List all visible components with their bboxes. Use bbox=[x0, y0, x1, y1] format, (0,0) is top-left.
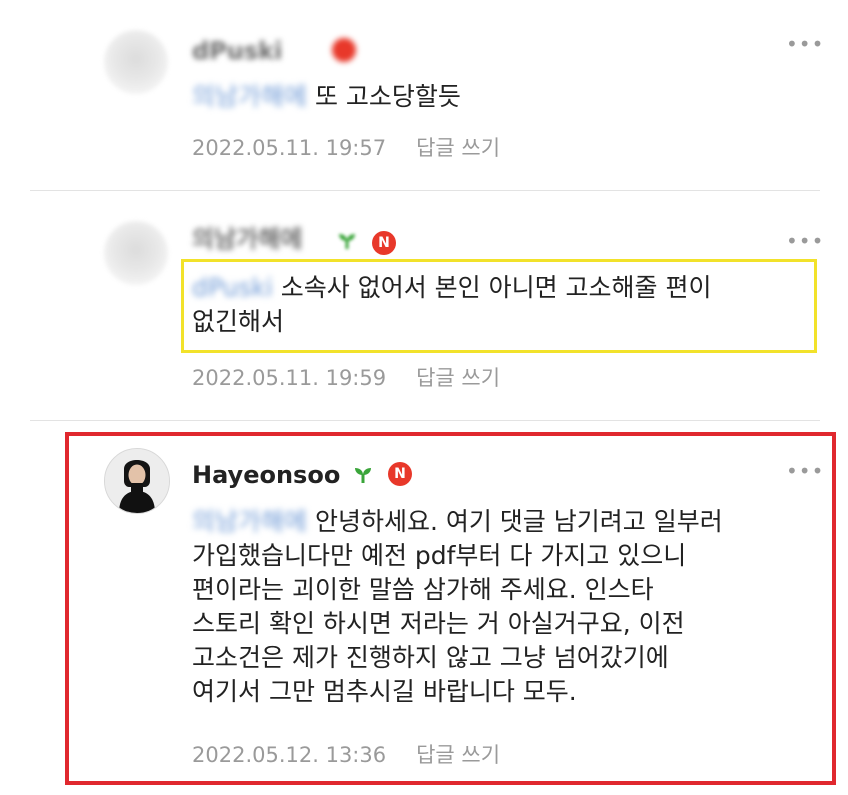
highlight-box-yellow bbox=[181, 259, 817, 353]
comment-text: 의남가해에 또 고소당할듯 bbox=[192, 80, 461, 114]
blurred-badge-icon bbox=[332, 38, 356, 62]
reply-button[interactable]: 답글 쓰기 bbox=[416, 366, 500, 390]
timestamp: 2022.05.11. 19:57 bbox=[192, 136, 387, 160]
author-name[interactable]: dPuski bbox=[192, 36, 282, 66]
highlight-box-red bbox=[65, 432, 836, 785]
sprout-icon bbox=[339, 234, 355, 249]
more-options-icon[interactable]: ••• bbox=[786, 34, 824, 54]
author-name[interactable]: 의남가해에 bbox=[192, 224, 302, 254]
comment-1: dPuski ••• 의남가해에 또 고소당할듯 2022.05.11. 19:… bbox=[0, 0, 848, 190]
comment-text-content: 또 고소당할듯 bbox=[314, 82, 461, 111]
comment-meta: 2022.05.11. 19:59 답글 쓰기 bbox=[192, 365, 500, 391]
more-options-icon[interactable]: ••• bbox=[786, 231, 824, 251]
new-badge-icon: N bbox=[372, 231, 396, 255]
avatar[interactable] bbox=[104, 221, 168, 285]
timestamp: 2022.05.11. 19:59 bbox=[192, 366, 387, 390]
avatar[interactable] bbox=[104, 30, 168, 94]
comment-meta: 2022.05.11. 19:57 답글 쓰기 bbox=[192, 135, 500, 161]
mention-link[interactable]: 의남가해에 bbox=[192, 82, 307, 111]
reply-button[interactable]: 답글 쓰기 bbox=[416, 136, 500, 160]
